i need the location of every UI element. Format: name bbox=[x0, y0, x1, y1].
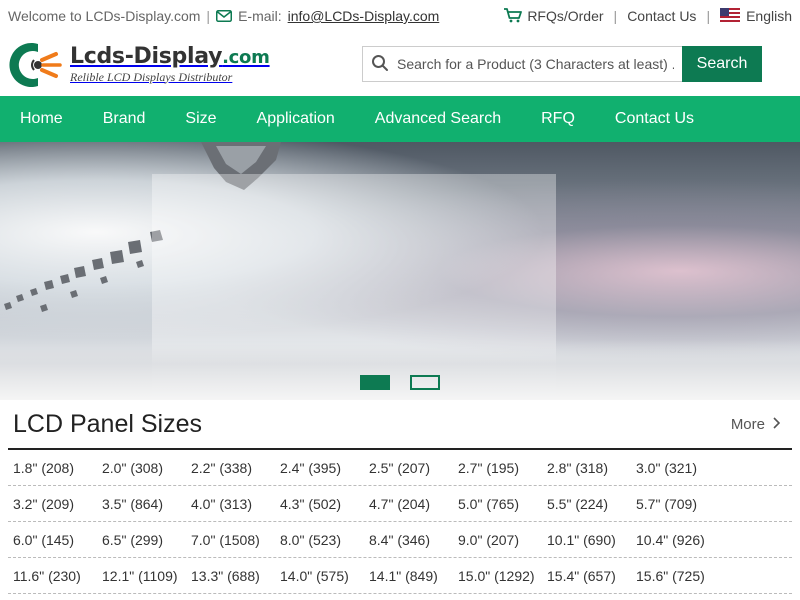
size-link[interactable]: 5.5" (224) bbox=[547, 496, 636, 512]
logo-name: Lcds-Display bbox=[70, 43, 223, 69]
separator: | bbox=[706, 8, 711, 24]
size-link[interactable]: 6.5" (299) bbox=[102, 532, 191, 548]
us-flag-icon bbox=[720, 7, 741, 25]
chevron-right-icon bbox=[773, 416, 781, 433]
size-link[interactable]: 15.4" (657) bbox=[547, 568, 636, 584]
rfq-order-link[interactable]: RFQs/Order bbox=[503, 7, 604, 26]
debris-image bbox=[4, 230, 163, 312]
size-link[interactable]: 5.0" (765) bbox=[458, 496, 547, 512]
language-label: English bbox=[746, 8, 792, 24]
logo-tagline: Relible LCD Displays Distributor bbox=[70, 69, 233, 84]
nav-advanced-search[interactable]: Advanced Search bbox=[355, 96, 521, 142]
size-link[interactable]: 2.0" (308) bbox=[102, 460, 191, 476]
email-link[interactable]: info@LCDs-Display.com bbox=[288, 8, 440, 24]
size-link[interactable]: 12.1" (1109) bbox=[102, 568, 191, 584]
search-icon bbox=[371, 54, 389, 75]
size-link[interactable]: 4.3" (502) bbox=[280, 496, 369, 512]
slider-dot-1[interactable] bbox=[360, 375, 390, 390]
section-header: LCD Panel Sizes More bbox=[8, 400, 792, 450]
size-link[interactable]: 2.8" (318) bbox=[547, 460, 636, 476]
welcome-text: Welcome to LCDs-Display.com bbox=[8, 8, 201, 24]
header: Lcds-Display.com Relible LCD Displays Di… bbox=[0, 32, 800, 96]
search-button[interactable]: Search bbox=[682, 46, 762, 82]
size-link[interactable]: 8.0" (523) bbox=[280, 532, 369, 548]
top-bar: Welcome to LCDs-Display.com | E-mail: in… bbox=[0, 0, 800, 32]
size-link[interactable]: 2.2" (338) bbox=[191, 460, 280, 476]
size-link[interactable]: 15.6" (725) bbox=[636, 568, 725, 584]
main-nav: Home Brand Size Application Advanced Sea… bbox=[0, 96, 800, 142]
nav-brand[interactable]: Brand bbox=[83, 96, 166, 142]
section-title: LCD Panel Sizes bbox=[13, 409, 202, 438]
language-selector[interactable]: English bbox=[720, 7, 792, 25]
size-row: 1.8" (208) 2.0" (308) 2.2" (338) 2.4" (395)… bbox=[8, 450, 792, 486]
separator: | bbox=[613, 8, 618, 24]
size-row: 6.0" (145) 6.5" (299) 7.0" (1508) 8.0" (523… bbox=[8, 522, 792, 558]
nav-rfq[interactable]: RFQ bbox=[521, 96, 595, 142]
size-link[interactable]: 15.0" (1292) bbox=[458, 568, 547, 584]
size-link[interactable]: 5.7" (709) bbox=[636, 496, 725, 512]
size-link[interactable]: 3.5" (864) bbox=[102, 496, 191, 512]
size-link[interactable]: 14.0" (575) bbox=[280, 568, 369, 584]
hero-banner[interactable] bbox=[0, 142, 800, 400]
lcd-panel-sizes: LCD Panel Sizes More 1.8" (208) 2.0" (308… bbox=[0, 400, 800, 594]
nav-application[interactable]: Application bbox=[237, 96, 355, 142]
size-grid: 1.8" (208) 2.0" (308) 2.2" (338) 2.4" (395)… bbox=[8, 450, 792, 594]
site-logo[interactable]: Lcds-Display.com Relible LCD Displays Di… bbox=[8, 38, 270, 90]
slider-dots bbox=[360, 375, 440, 390]
nav-size[interactable]: Size bbox=[165, 96, 236, 142]
more-label: More bbox=[730, 415, 765, 433]
size-link[interactable]: 4.0" (313) bbox=[191, 496, 280, 512]
size-link[interactable]: 6.0" (145) bbox=[13, 532, 102, 548]
banner-ground bbox=[0, 340, 800, 400]
rfq-order-label: RFQs/Order bbox=[527, 8, 604, 24]
top-bar-right: RFQs/Order | Contact Us | English bbox=[503, 7, 792, 26]
contact-us-link[interactable]: Contact Us bbox=[627, 8, 696, 24]
size-link[interactable]: 2.7" (195) bbox=[458, 460, 547, 476]
size-link[interactable]: 9.0" (207) bbox=[458, 532, 547, 548]
size-link[interactable]: 13.3" (688) bbox=[191, 568, 280, 584]
separator: | bbox=[206, 8, 211, 24]
cart-icon bbox=[503, 7, 523, 26]
nav-home[interactable]: Home bbox=[0, 96, 83, 142]
nav-contact-us[interactable]: Contact Us bbox=[595, 96, 714, 142]
size-row: 3.2" (209) 3.5" (864) 4.0" (313) 4.3" (502)… bbox=[8, 486, 792, 522]
size-row: 11.6" (230) 12.1" (1109) 13.3" (688) 14.0" … bbox=[8, 558, 792, 594]
size-link[interactable]: 10.4" (926) bbox=[636, 532, 725, 548]
size-link[interactable]: 2.5" (207) bbox=[369, 460, 458, 476]
search-input[interactable] bbox=[397, 56, 674, 72]
top-bar-left: Welcome to LCDs-Display.com | E-mail: in… bbox=[8, 8, 439, 24]
envelope-icon bbox=[216, 10, 233, 22]
size-link[interactable]: 3.0" (321) bbox=[636, 460, 725, 476]
size-link[interactable]: 11.6" (230) bbox=[13, 568, 102, 584]
size-link[interactable]: 4.7" (204) bbox=[369, 496, 458, 512]
size-link[interactable]: 8.4" (346) bbox=[369, 532, 458, 548]
logo-suffix: .com bbox=[222, 46, 270, 68]
more-link[interactable]: More bbox=[730, 415, 781, 433]
slider-dot-2[interactable] bbox=[410, 375, 440, 390]
size-link[interactable]: 7.0" (1508) bbox=[191, 532, 280, 548]
size-link[interactable]: 2.4" (395) bbox=[280, 460, 369, 476]
search-bar: Search bbox=[362, 46, 762, 82]
size-link[interactable]: 14.1" (849) bbox=[369, 568, 458, 584]
size-link[interactable]: 1.8" (208) bbox=[13, 460, 102, 476]
email-label: E-mail: bbox=[238, 8, 282, 24]
size-link[interactable]: 3.2" (209) bbox=[13, 496, 102, 512]
size-link[interactable]: 10.1" (690) bbox=[547, 532, 636, 548]
logo-mark-icon bbox=[9, 43, 62, 87]
